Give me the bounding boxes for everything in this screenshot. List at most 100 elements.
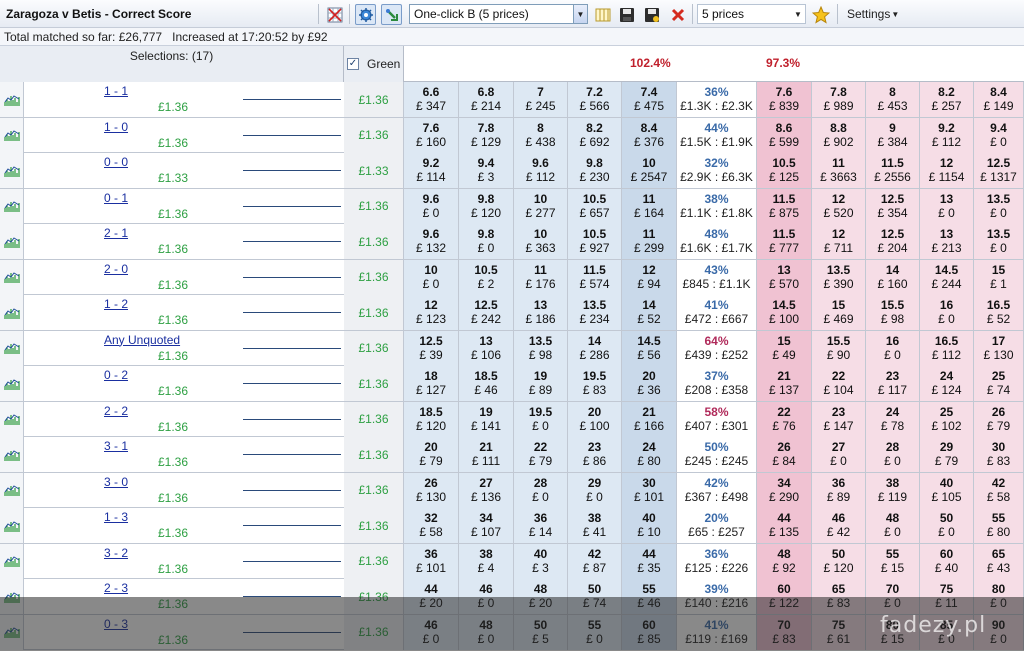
lay-price-cell[interactable]: 38 £ 119 bbox=[866, 472, 920, 508]
oneclick-select[interactable]: One-click B (5 prices) ▼ bbox=[409, 4, 588, 24]
back-price-cell[interactable]: 34 £ 107 bbox=[459, 508, 514, 543]
settings-menu[interactable]: Settings ▼ bbox=[847, 0, 899, 28]
back-price-cell[interactable]: 11 £ 164 bbox=[622, 188, 677, 224]
back-price-cell[interactable]: 19 £ 89 bbox=[514, 366, 568, 401]
back-price-cell[interactable]: 22 £ 79 bbox=[514, 437, 568, 472]
back-price-cell[interactable]: 8.4 £ 376 bbox=[622, 117, 677, 153]
refresh-arrow-icon[interactable] bbox=[381, 4, 402, 25]
back-price-cell[interactable]: 32 £ 58 bbox=[404, 508, 459, 543]
back-price-cell[interactable]: 13 £ 106 bbox=[459, 330, 514, 366]
lay-price-cell[interactable]: 12 £ 1154 bbox=[920, 153, 974, 188]
selection-name[interactable]: 3 - 2 bbox=[104, 546, 128, 560]
price-chart-icon[interactable] bbox=[0, 117, 24, 153]
back-price-cell[interactable]: 8.2 £ 692 bbox=[568, 117, 622, 153]
lay-price-cell[interactable]: 70 £ 0 bbox=[866, 579, 920, 614]
selection-name[interactable]: 0 - 1 bbox=[104, 191, 128, 205]
lay-price-cell[interactable]: 70 £ 83 bbox=[757, 614, 812, 650]
chevron-down-icon[interactable]: ▼ bbox=[791, 5, 805, 23]
selection-name[interactable]: 3 - 1 bbox=[104, 439, 128, 453]
star-icon[interactable] bbox=[810, 4, 831, 25]
selection-name[interactable]: 2 - 3 bbox=[104, 581, 128, 595]
selection-name[interactable]: 0 - 3 bbox=[104, 617, 128, 631]
lay-price-cell[interactable]: 22 £ 76 bbox=[757, 401, 812, 437]
back-price-cell[interactable]: 13 £ 186 bbox=[514, 295, 568, 330]
selection-name[interactable]: 2 - 1 bbox=[104, 226, 128, 240]
lay-price-cell[interactable]: 75 £ 11 bbox=[920, 579, 974, 614]
lay-price-cell[interactable]: 7.6 £ 839 bbox=[757, 82, 812, 117]
back-price-cell[interactable]: 7.4 £ 475 bbox=[622, 82, 677, 117]
lay-price-cell[interactable]: 8.6 £ 599 bbox=[757, 117, 812, 153]
back-price-cell[interactable]: 11 £ 176 bbox=[514, 259, 568, 295]
back-price-cell[interactable]: 12.5 £ 242 bbox=[459, 295, 514, 330]
selection-name[interactable]: 0 - 0 bbox=[104, 155, 128, 169]
lay-price-cell[interactable]: 13.5 £ 0 bbox=[974, 224, 1024, 259]
lay-price-cell[interactable]: 13 £ 213 bbox=[920, 224, 974, 259]
back-price-cell[interactable]: 48 £ 0 bbox=[459, 614, 514, 650]
back-price-cell[interactable]: 14 £ 52 bbox=[622, 295, 677, 330]
lay-price-cell[interactable]: 30 £ 83 bbox=[974, 437, 1024, 472]
lay-price-cell[interactable]: 11.5 £ 777 bbox=[757, 224, 812, 259]
lay-price-cell[interactable]: 11 £ 3663 bbox=[812, 153, 866, 188]
back-price-cell[interactable]: 46 £ 0 bbox=[459, 579, 514, 614]
back-price-cell[interactable]: 28 £ 0 bbox=[514, 472, 568, 508]
lay-price-cell[interactable]: 17 £ 130 bbox=[974, 330, 1024, 366]
lay-price-cell[interactable]: 23 £ 117 bbox=[866, 366, 920, 401]
lay-price-cell[interactable]: 9.2 £ 112 bbox=[920, 117, 974, 153]
back-price-cell[interactable]: 46 £ 0 bbox=[404, 614, 459, 650]
selection-name[interactable]: 2 - 2 bbox=[104, 404, 128, 418]
back-price-cell[interactable]: 9.8 £ 230 bbox=[568, 153, 622, 188]
back-price-cell[interactable]: 19.5 £ 0 bbox=[514, 401, 568, 437]
lay-price-cell[interactable]: 16 £ 0 bbox=[920, 295, 974, 330]
save-as-icon[interactable] bbox=[641, 4, 662, 25]
back-price-cell[interactable]: 50 £ 74 bbox=[568, 579, 622, 614]
lay-price-cell[interactable]: 27 £ 0 bbox=[812, 437, 866, 472]
lay-price-cell[interactable]: 8.4 £ 149 bbox=[974, 82, 1024, 117]
lay-price-cell[interactable]: 13 £ 570 bbox=[757, 259, 812, 295]
back-price-cell[interactable]: 19.5 £ 83 bbox=[568, 366, 622, 401]
lay-price-cell[interactable]: 8 £ 453 bbox=[866, 82, 920, 117]
back-price-cell[interactable]: 48 £ 20 bbox=[514, 579, 568, 614]
back-price-cell[interactable]: 60 £ 85 bbox=[622, 614, 677, 650]
lay-price-cell[interactable]: 65 £ 83 bbox=[812, 579, 866, 614]
selection-name[interactable]: Any Unquoted bbox=[104, 333, 180, 347]
lay-price-cell[interactable]: 12 £ 520 bbox=[812, 188, 866, 224]
back-price-cell[interactable]: 7 £ 245 bbox=[514, 82, 568, 117]
price-chart-icon[interactable] bbox=[0, 437, 24, 472]
back-price-cell[interactable]: 9.8 £ 0 bbox=[459, 224, 514, 259]
back-price-cell[interactable]: 12 £ 94 bbox=[622, 259, 677, 295]
lay-price-cell[interactable]: 26 £ 84 bbox=[757, 437, 812, 472]
back-price-cell[interactable]: 10 £ 2547 bbox=[622, 153, 677, 188]
lay-price-cell[interactable]: 9 £ 384 bbox=[866, 117, 920, 153]
selection-name[interactable]: 1 - 3 bbox=[104, 510, 128, 524]
lay-price-cell[interactable]: 55 £ 80 bbox=[974, 508, 1024, 543]
back-price-cell[interactable]: 40 £ 10 bbox=[622, 508, 677, 543]
back-price-cell[interactable]: 36 £ 101 bbox=[404, 543, 459, 579]
grid-off-icon[interactable] bbox=[324, 4, 345, 25]
back-price-cell[interactable]: 11 £ 299 bbox=[622, 224, 677, 259]
back-price-cell[interactable]: 40 £ 3 bbox=[514, 543, 568, 579]
back-price-cell[interactable]: 23 £ 86 bbox=[568, 437, 622, 472]
back-price-cell[interactable]: 9.4 £ 3 bbox=[459, 153, 514, 188]
lay-price-cell[interactable]: 14.5 £ 244 bbox=[920, 259, 974, 295]
lay-price-cell[interactable]: 13 £ 0 bbox=[920, 188, 974, 224]
back-price-cell[interactable]: 7.6 £ 160 bbox=[404, 117, 459, 153]
lay-price-cell[interactable]: 12.5 £ 204 bbox=[866, 224, 920, 259]
lay-price-cell[interactable]: 48 £ 92 bbox=[757, 543, 812, 579]
price-chart-icon[interactable] bbox=[0, 82, 24, 117]
lay-price-cell[interactable]: 7.8 £ 989 bbox=[812, 82, 866, 117]
back-price-cell[interactable]: 8 £ 438 bbox=[514, 117, 568, 153]
lay-price-cell[interactable]: 21 £ 137 bbox=[757, 366, 812, 401]
lay-price-cell[interactable]: 26 £ 79 bbox=[974, 401, 1024, 437]
lay-price-cell[interactable]: 13.5 £ 0 bbox=[974, 188, 1024, 224]
back-price-cell[interactable]: 6.6 £ 347 bbox=[404, 82, 459, 117]
back-price-cell[interactable]: 42 £ 87 bbox=[568, 543, 622, 579]
back-price-cell[interactable]: 20 £ 100 bbox=[568, 401, 622, 437]
lay-price-cell[interactable]: 42 £ 58 bbox=[974, 472, 1024, 508]
green-checkbox[interactable]: ✓ bbox=[347, 58, 359, 70]
price-chart-icon[interactable] bbox=[0, 224, 24, 259]
back-price-cell[interactable]: 9.6 £ 0 bbox=[404, 188, 459, 224]
price-chart-icon[interactable] bbox=[0, 330, 24, 366]
lay-price-cell[interactable]: 15 £ 49 bbox=[757, 330, 812, 366]
lay-price-cell[interactable]: 75 £ 61 bbox=[812, 614, 866, 650]
back-price-cell[interactable]: 6.8 £ 214 bbox=[459, 82, 514, 117]
